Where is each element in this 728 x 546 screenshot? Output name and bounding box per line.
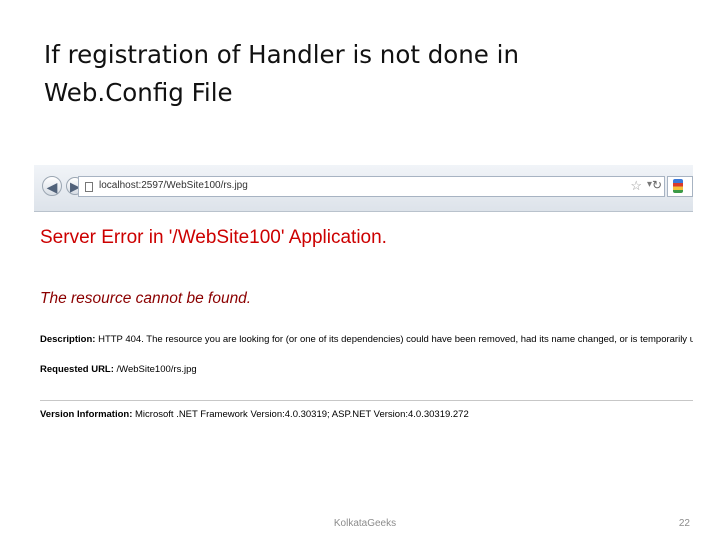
slide-title: If registration of Handler is not done i… — [44, 36, 684, 112]
address-bar[interactable]: localhost:2597/WebSite100/rs.jpg ☆ ▾ ↻ — [78, 176, 665, 197]
requested-url-label: Requested URL: — [40, 364, 114, 375]
back-arrow-icon[interactable]: ◀ — [42, 176, 62, 196]
version-line: Version Information: Microsoft .NET Fram… — [40, 409, 469, 420]
description-text: HTTP 404. The resource you are looking f… — [98, 334, 693, 345]
requested-url-line: Requested URL: /WebSite100/rs.jpg — [40, 364, 197, 375]
star-icon[interactable]: ☆ — [630, 178, 642, 194]
slide-title-line-2: Web.Config File — [44, 78, 233, 107]
requested-url-value: /WebSite100/rs.jpg — [113, 364, 197, 375]
page-number: 22 — [678, 518, 690, 529]
slide-title-line-1: If registration of Handler is not done i… — [44, 40, 519, 69]
google-icon — [673, 179, 683, 193]
version-value: Microsoft .NET Framework Version:4.0.303… — [132, 409, 469, 420]
description-label: Description: — [40, 334, 96, 345]
version-label: Version Information: — [40, 409, 133, 420]
reload-icon[interactable]: ↻ — [652, 178, 662, 192]
search-engine-box[interactable] — [667, 176, 693, 197]
page-icon — [85, 182, 93, 192]
server-error-heading: Server Error in '/WebSite100' Applicatio… — [40, 227, 387, 248]
url-text[interactable]: localhost:2597/WebSite100/rs.jpg — [99, 180, 248, 191]
footer-center-text: KolkataGeeks — [333, 518, 397, 529]
description-line: Description: HTTP 404. The resource you … — [40, 334, 693, 345]
error-subheading: The resource cannot be found. — [40, 290, 252, 307]
browser-screenshot: ◀ ▶ localhost:2597/WebSite100/rs.jpg ☆ ▾… — [34, 165, 693, 427]
divider — [40, 400, 693, 401]
browser-toolbar: ◀ ▶ localhost:2597/WebSite100/rs.jpg ☆ ▾… — [34, 165, 693, 212]
